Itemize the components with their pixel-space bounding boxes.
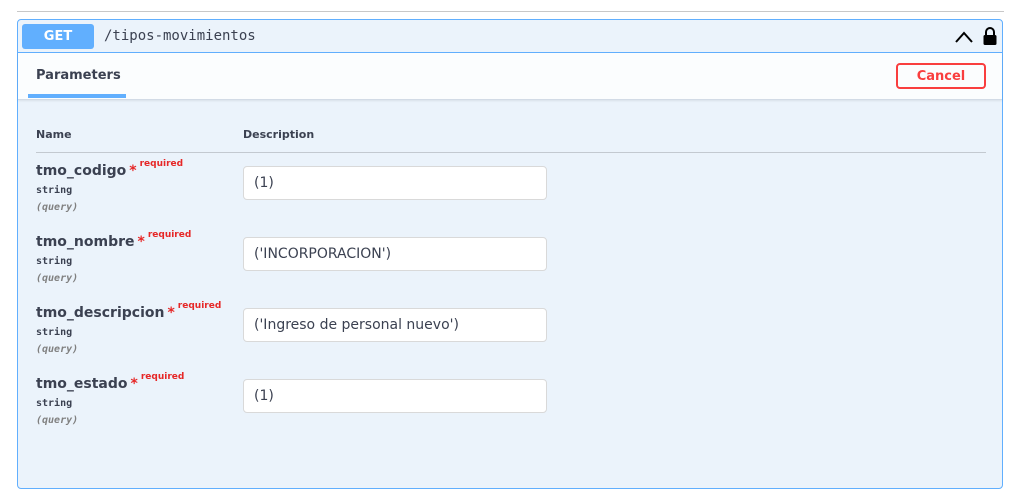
- column-header-description: Description: [243, 128, 315, 141]
- required-star: *: [137, 234, 145, 250]
- parameter-name: tmo_estado: [36, 376, 128, 392]
- parameter-location: (query): [36, 415, 79, 426]
- chevron-up-icon[interactable]: [954, 28, 974, 46]
- parameter-location: (query): [36, 344, 79, 355]
- parameter-name: tmo_descripcion: [36, 305, 165, 321]
- parameter-name-cell: tmo_descripcion * required: [36, 301, 222, 324]
- tmo-estado-input[interactable]: [243, 379, 547, 413]
- tab-parameters[interactable]: Parameters: [36, 68, 121, 83]
- parameter-type: string: [36, 256, 73, 267]
- lock-icon[interactable]: [982, 26, 998, 46]
- required-label: required: [139, 159, 184, 169]
- required-label: required: [147, 230, 192, 240]
- parameter-name: tmo_nombre: [36, 234, 135, 250]
- required-label: required: [140, 372, 185, 382]
- tmo-descripcion-input[interactable]: [243, 308, 547, 342]
- parameter-type: string: [36, 398, 73, 409]
- parameters-tab-header: Parameters Cancel: [18, 53, 1002, 100]
- operation-block-get: GET /tipos-movimientos Parameters Cancel…: [17, 19, 1003, 489]
- parameter-type: string: [36, 327, 73, 338]
- operation-path[interactable]: /tipos-movimientos: [104, 27, 256, 45]
- parameter-name-cell: tmo_codigo * required: [36, 159, 184, 182]
- parameter-name-cell: tmo_estado * required: [36, 372, 185, 395]
- required-star: *: [167, 305, 175, 321]
- tmo-codigo-input[interactable]: [243, 166, 547, 200]
- required-label: required: [177, 301, 222, 311]
- parameter-name: tmo_codigo: [36, 163, 127, 179]
- tmo-nombre-input[interactable]: [243, 237, 547, 271]
- cancel-button[interactable]: Cancel: [896, 63, 986, 89]
- parameter-row-tmo-descripcion: tmo_descripcion * required string (query): [36, 301, 222, 357]
- tab-active-indicator: [28, 94, 126, 98]
- method-badge: GET: [22, 24, 94, 49]
- parameter-name-cell: tmo_nombre * required: [36, 230, 192, 253]
- column-header-name: Name: [36, 128, 72, 141]
- parameter-location: (query): [36, 273, 79, 284]
- parameter-row-tmo-codigo: tmo_codigo * required string (query): [36, 159, 184, 215]
- required-star: *: [129, 163, 137, 179]
- parameter-row-tmo-nombre: tmo_nombre * required string (query): [36, 230, 192, 286]
- table-header-divider: [36, 152, 986, 153]
- parameter-location: (query): [36, 202, 79, 213]
- operation-summary[interactable]: GET /tipos-movimientos: [18, 20, 1002, 53]
- parameter-type: string: [36, 185, 73, 196]
- section-divider: [17, 11, 1004, 12]
- parameter-row-tmo-estado: tmo_estado * required string (query): [36, 372, 185, 428]
- required-star: *: [130, 376, 138, 392]
